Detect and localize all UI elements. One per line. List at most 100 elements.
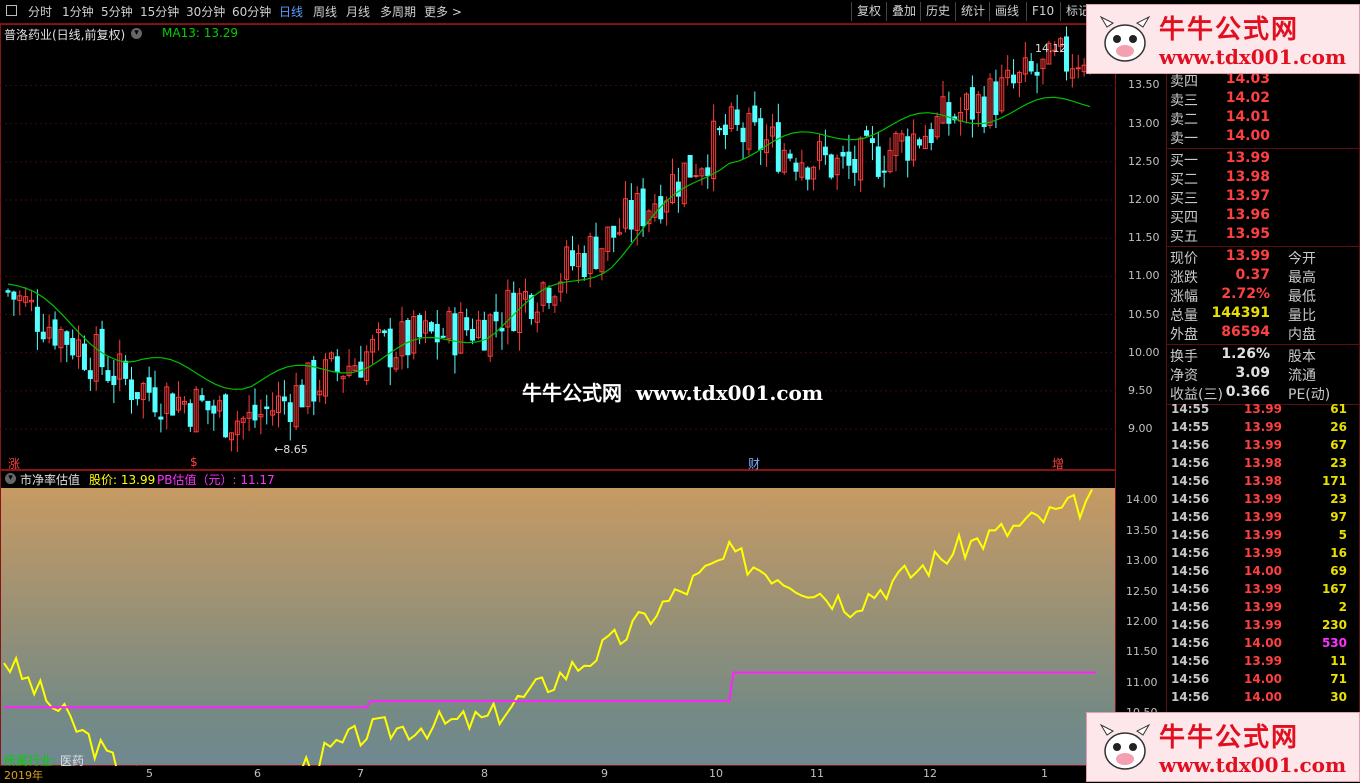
candle [287, 393, 293, 441]
candle [658, 184, 664, 224]
period-tab-4[interactable]: 30分钟 [186, 3, 225, 20]
candle [123, 355, 129, 386]
toolbar-icon[interactable] [6, 5, 17, 16]
period-tab-1[interactable]: 1分钟 [62, 3, 94, 20]
candle [40, 313, 46, 343]
stat-row: 总量 144391 量比 [1170, 305, 1360, 324]
watermark-badge-bottom: 牛牛公式网 www.tdx001.com [1086, 712, 1360, 782]
candle [705, 154, 711, 189]
candle [281, 380, 287, 415]
candle [99, 320, 105, 376]
candle [370, 334, 376, 364]
candle [916, 137, 922, 149]
sell-row: 卖三 14.02 [1170, 90, 1360, 109]
candle [228, 432, 234, 452]
tick-volume: 5 [1338, 528, 1347, 542]
candle [34, 289, 40, 350]
tick-row: 14:56 13.99 2 [1170, 600, 1360, 618]
candle [711, 104, 717, 192]
candle [270, 392, 276, 426]
tick-row: 14:56 13.99 16 [1170, 546, 1360, 564]
tick-row: 14:56 13.99 23 [1170, 492, 1360, 510]
tick-price: 14.00 [1244, 636, 1282, 650]
quote-label: 卖一 [1170, 131, 1198, 147]
candle [834, 154, 840, 190]
period-tab-9[interactable]: 多周期 [380, 3, 416, 20]
toolbar-button-4[interactable]: 画线 [989, 2, 1024, 21]
quote-right-label: 量比 [1288, 308, 1316, 324]
quote-label: 买五 [1170, 229, 1198, 245]
tick-time: 14:56 [1171, 564, 1210, 578]
candle [305, 362, 311, 415]
tick-price: 13.98 [1244, 456, 1282, 470]
quote-value: 13.97 [1225, 188, 1270, 204]
candle [5, 288, 11, 297]
quote-value: 14.02 [1225, 90, 1270, 106]
candle [452, 307, 458, 374]
candle [864, 125, 870, 137]
stat2-row: 净资 3.09 流通 [1170, 365, 1360, 384]
candle [240, 415, 246, 440]
candle [323, 353, 329, 405]
candle [58, 326, 64, 363]
quote-label: 买四 [1170, 210, 1198, 226]
period-tab-0[interactable]: 分时 [28, 3, 52, 20]
candle [840, 145, 846, 169]
xtick-label: 8 [481, 767, 488, 780]
period-tab-2[interactable]: 5分钟 [101, 3, 133, 20]
tick-price: 14.00 [1244, 690, 1282, 704]
tick-time: 14:56 [1171, 546, 1210, 560]
tick-row: 14:56 13.99 67 [1170, 438, 1360, 456]
pb-indicator-chart[interactable] [0, 470, 1116, 766]
period-tab-8[interactable]: 月线 [346, 3, 370, 20]
candle [581, 245, 587, 281]
tick-time: 14:56 [1171, 636, 1210, 650]
tick-row: 14:56 14.00 69 [1170, 564, 1360, 582]
candle [328, 351, 334, 362]
candle [128, 366, 134, 414]
high-price-label: 14.12 [1035, 42, 1067, 55]
candle [817, 134, 822, 170]
toolbar-button-1[interactable]: 叠加 [886, 2, 921, 21]
candle [258, 399, 264, 435]
tick-row: 14:56 13.99 97 [1170, 510, 1360, 528]
tick-volume: 26 [1330, 420, 1347, 434]
event-marker-dollar[interactable]: $ [190, 455, 198, 469]
quote-right-label: 今开 [1288, 251, 1316, 267]
main-ytick-label: 12.00 [1128, 193, 1160, 206]
toolbar-button-0[interactable]: 复权 [851, 2, 886, 21]
low-price-label: ←8.65 [274, 443, 308, 456]
candle [758, 108, 764, 166]
candle [869, 126, 875, 161]
quote-value: 0.37 [1235, 267, 1270, 283]
period-tab-6[interactable]: 日线 [279, 3, 303, 20]
period-tab-3[interactable]: 15分钟 [140, 3, 179, 20]
candle [505, 279, 511, 345]
toolbar-button-2[interactable]: 历史 [920, 2, 955, 21]
candle [81, 335, 87, 372]
toolbar-button-3[interactable]: 统计 [955, 2, 990, 21]
quote-label: 买一 [1170, 153, 1198, 169]
xtick-label: 12 [923, 767, 937, 780]
candle [64, 330, 70, 363]
tick-time: 14:56 [1171, 492, 1210, 506]
tick-price: 13.99 [1244, 600, 1282, 614]
period-tab-7[interactable]: 周线 [313, 3, 337, 20]
period-tab-5[interactable]: 60分钟 [232, 3, 271, 20]
toolbar-button-5[interactable]: F10 [1026, 2, 1059, 21]
tick-time: 14:55 [1171, 420, 1210, 434]
indicator-ytick-label: 14.00 [1126, 493, 1158, 507]
main-ytick-label: 13.50 [1128, 78, 1160, 92]
candle [946, 91, 952, 136]
candle [193, 386, 199, 433]
cow-logo-icon [1097, 719, 1153, 775]
period-tab-10[interactable]: 更多 > [424, 3, 462, 20]
candle [805, 166, 811, 191]
sell-row: 卖二 14.01 [1170, 109, 1360, 128]
tick-time: 14:56 [1171, 600, 1210, 614]
candle [858, 136, 864, 193]
candle [605, 226, 611, 261]
tick-time: 14:56 [1171, 672, 1210, 686]
candle [311, 356, 317, 416]
xtick-label: 6 [254, 767, 261, 780]
